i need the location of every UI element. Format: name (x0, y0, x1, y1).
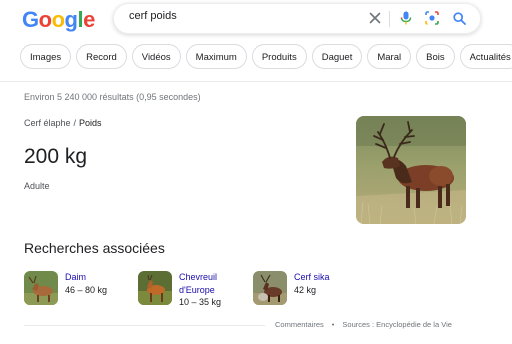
chip-daguet[interactable]: Daguet (311, 44, 363, 69)
logo-letter: o (38, 7, 52, 32)
chevreuil-thumbnail (138, 271, 172, 305)
search-input[interactable]: cerf poids (129, 10, 177, 22)
chip-actualites[interactable]: Actualités (459, 44, 512, 69)
related-searches-title: Recherches associées (24, 240, 165, 256)
cerf-sika-thumbnail (253, 271, 287, 305)
sources-link[interactable]: Sources : Encyclopédie de la Vie (342, 320, 452, 329)
clear-icon[interactable] (366, 9, 384, 27)
related-item-cerf-sika[interactable]: Cerf sika 42 kg (253, 271, 330, 305)
breadcrumb-separator: / (73, 118, 77, 128)
breadcrumb-current: Poids (79, 118, 102, 128)
chip-images[interactable]: Images (20, 44, 72, 69)
related-value: 42 kg (294, 284, 317, 295)
logo-letter: g (64, 7, 78, 32)
related-value: 10 – 35 kg (179, 297, 222, 307)
chip-bois[interactable]: Bois (416, 44, 455, 69)
breadcrumb-parent[interactable]: Cerf élaphe (24, 118, 71, 128)
chip-produits[interactable]: Produits (251, 44, 307, 69)
footer-divider (24, 325, 265, 326)
header-divider (0, 81, 512, 82)
microphone-icon[interactable] (397, 9, 415, 27)
related-value: 46 – 80 kg (65, 284, 108, 295)
related-name[interactable]: Daim (65, 271, 107, 284)
daim-thumbnail (24, 271, 58, 305)
feedback-link[interactable]: Commentaires (275, 320, 324, 329)
google-logo[interactable]: Google (22, 7, 95, 33)
results-stats: Environ 5 240 000 résultats (0,95 second… (24, 92, 201, 102)
related-item-chevreuil[interactable]: Chevreuil d'Europe 10 – 35 kg (138, 271, 231, 309)
filter-chips: Images Record Vidéos Maximum Produits Da… (20, 44, 512, 69)
deer-image[interactable] (356, 116, 466, 224)
related-name[interactable]: Cerf sika (294, 271, 330, 284)
related-name[interactable]: Chevreuil d'Europe (179, 271, 231, 296)
footer-dot: • (331, 320, 335, 329)
chip-maral[interactable]: Maral (367, 44, 412, 69)
breadcrumb: Cerf élaphe / Poids (24, 118, 102, 128)
related-item-daim[interactable]: Daim 46 – 80 kg (24, 271, 107, 305)
logo-letter: e (83, 7, 95, 32)
chip-videos[interactable]: Vidéos (131, 44, 181, 69)
search-box[interactable]: cerf poids (113, 3, 481, 34)
logo-letter: G (22, 7, 39, 32)
footer: Commentaires • Sources : Encyclopédie de l… (275, 320, 452, 329)
chip-maximum[interactable]: Maximum (185, 44, 247, 69)
search-divider (389, 11, 390, 27)
search-icon[interactable] (450, 9, 468, 27)
answer-value: 200 kg (24, 145, 88, 168)
chip-record[interactable]: Record (76, 44, 127, 69)
lens-icon[interactable] (423, 9, 441, 27)
answer-subtitle: Adulte (24, 181, 50, 191)
logo-letter: o (51, 7, 65, 32)
